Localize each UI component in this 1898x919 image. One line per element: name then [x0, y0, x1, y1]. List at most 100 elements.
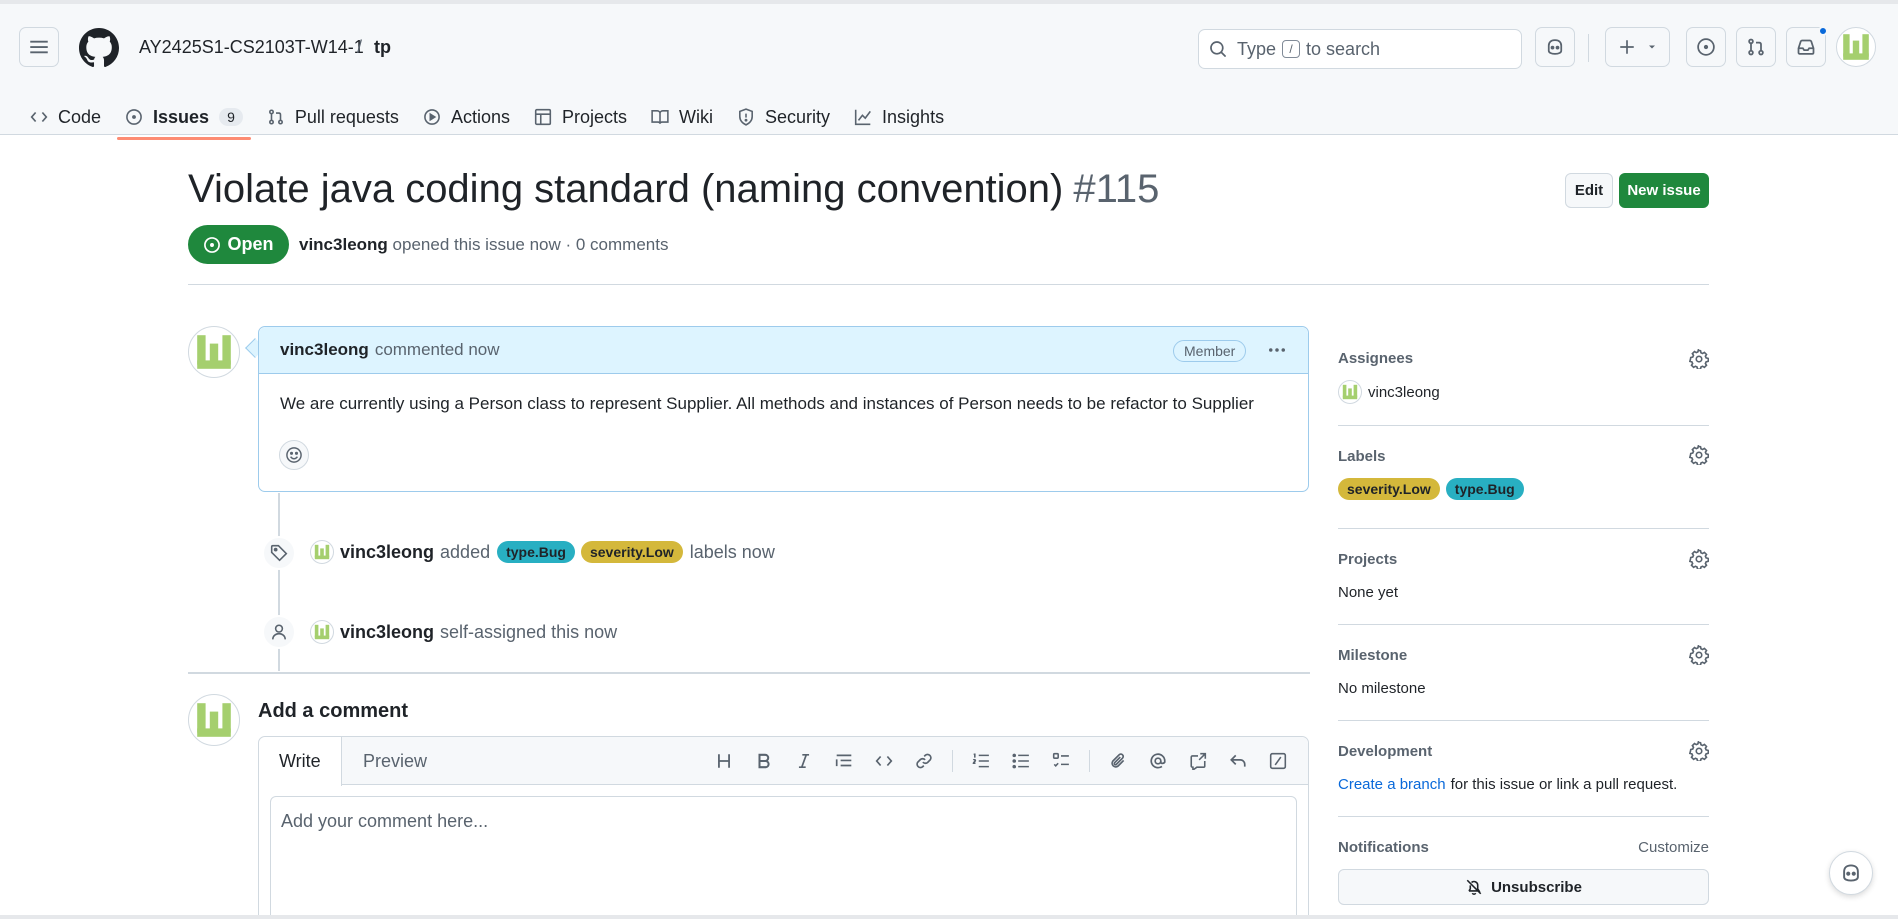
sidebar-title: Assignees [1338, 350, 1414, 367]
comment-header: vinc3leong commented now Member [259, 327, 1308, 374]
notification-dot [1818, 26, 1828, 36]
identicon-icon [1342, 384, 1358, 400]
code-icon [30, 108, 48, 126]
tasklist-icon [1052, 752, 1069, 767]
label-type-bug[interactable]: type.Bug [497, 541, 575, 563]
label-type-bug[interactable]: type.Bug [1445, 478, 1524, 500]
status-label: Open [227, 234, 274, 254]
comment-options-button[interactable] [1262, 337, 1292, 363]
issue-author-link[interactable]: vinc3leong [299, 235, 388, 254]
tab-label: Projects [561, 106, 627, 127]
unordered-list-button[interactable] [1003, 745, 1039, 777]
italic-button[interactable] [786, 745, 822, 777]
tab-code[interactable]: Code [18, 90, 113, 138]
reply-button[interactable] [1220, 745, 1256, 777]
new-issue-button[interactable]: New issue [1619, 173, 1709, 208]
member-badge: Member [1173, 340, 1247, 362]
labels-settings-button[interactable] [1689, 445, 1709, 465]
event-author-link[interactable]: vinc3leong [340, 622, 434, 643]
tab-label: Pull requests [294, 106, 399, 127]
tab-pull-requests[interactable]: Pull requests [255, 90, 411, 138]
formatting-tools [702, 737, 1296, 785]
github-logo-icon[interactable] [79, 28, 119, 68]
search-input[interactable]: Type / to search [1198, 29, 1522, 69]
development-settings-button[interactable] [1689, 741, 1709, 761]
copilot-chat-button[interactable] [1829, 851, 1873, 895]
link-icon [916, 753, 932, 769]
assignee-name: vinc3leong [1368, 383, 1440, 401]
create-branch-link[interactable]: Create a branch [1338, 776, 1446, 793]
repo-name-link[interactable]: tp [374, 37, 391, 58]
event-suffix: labels now [689, 541, 775, 562]
tab-label: Issues [153, 106, 210, 127]
customize-link[interactable]: Customize [1638, 839, 1709, 856]
table-icon [534, 108, 552, 126]
issue-comment: vinc3leong commented now Member We are c… [258, 326, 1309, 492]
current-user-avatar[interactable] [188, 694, 240, 746]
event-author-avatar[interactable] [310, 540, 334, 564]
tab-issues[interactable]: Issues 9 [113, 90, 255, 140]
comment-action: commented now [374, 340, 500, 359]
gear-icon [1689, 349, 1709, 369]
milestone-settings-button[interactable] [1689, 645, 1709, 665]
pull-requests-button[interactable] [1736, 27, 1776, 67]
comment-author-avatar[interactable] [188, 326, 240, 378]
create-new-button[interactable] [1605, 27, 1670, 67]
git-pull-request-icon [1748, 38, 1764, 56]
comment-editor: Write Preview Add your comment here... [258, 736, 1309, 919]
label-severity-low[interactable]: severity.Low [1338, 478, 1440, 500]
ordered-list-button[interactable] [963, 745, 999, 777]
heading-icon [718, 754, 730, 768]
add-reaction-button[interactable] [279, 440, 309, 470]
quote-icon [835, 754, 852, 767]
link-button[interactable] [906, 745, 942, 777]
event-text: self-assigned this now [440, 621, 618, 642]
timeline-event-labels: vinc3leong added type.Bug severity.Low l… [310, 540, 775, 564]
repo-owner-link[interactable]: AY2425S1-CS2103T-W14-1 [139, 37, 364, 58]
code-button[interactable] [866, 745, 902, 777]
cross-reference-button[interactable] [1180, 745, 1216, 777]
unsubscribe-label: Unsubscribe [1491, 878, 1582, 896]
tab-preview[interactable]: Preview [343, 737, 447, 785]
tab-write[interactable]: Write [259, 737, 342, 786]
issue-opened-icon [125, 108, 143, 126]
hamburger-menu-button[interactable] [19, 27, 59, 67]
top-header: AY2425S1-CS2103T-W14-1 / tp Type / to se… [0, 0, 1898, 140]
task-list-button[interactable] [1043, 745, 1079, 777]
sidebar-notifications: Notifications Customize Unsubscribe [1338, 817, 1709, 917]
projects-value: None yet [1338, 584, 1399, 601]
comment-textarea[interactable]: Add your comment here... [270, 796, 1297, 919]
tab-label: Actions [450, 106, 510, 127]
attach-file-button[interactable] [1100, 745, 1136, 777]
issues-button[interactable] [1686, 27, 1726, 67]
assignees-settings-button[interactable] [1689, 349, 1709, 369]
assignee-item[interactable]: vinc3leong [1338, 380, 1440, 404]
sidebar-title: Labels [1338, 448, 1386, 465]
slash-commands-button[interactable] [1260, 745, 1296, 777]
copilot-button[interactable] [1535, 27, 1575, 67]
unsubscribe-button[interactable]: Unsubscribe [1338, 869, 1709, 905]
event-author-link[interactable]: vinc3leong [340, 542, 434, 563]
user-avatar[interactable] [1836, 27, 1876, 67]
comment-body: We are currently using a Person class to… [280, 394, 1254, 413]
tab-projects[interactable]: Projects [522, 90, 639, 138]
event-author-avatar[interactable] [310, 620, 334, 644]
projects-settings-button[interactable] [1689, 549, 1709, 569]
bold-button[interactable] [746, 745, 782, 777]
inbox-icon [1797, 39, 1815, 55]
sidebar-title: Projects [1338, 551, 1398, 568]
tab-security[interactable]: Security [725, 90, 842, 138]
edit-button[interactable]: Edit [1565, 173, 1613, 208]
label-severity-low[interactable]: severity.Low [580, 541, 683, 563]
tab-insights[interactable]: Insights [842, 90, 956, 138]
tab-wiki[interactable]: Wiki [639, 90, 725, 138]
sidebar-labels: Labels severity.Low type.Bug [1338, 426, 1709, 529]
heading-button[interactable] [706, 745, 742, 777]
mention-button[interactable] [1140, 745, 1176, 777]
kebab-horizontal-icon [1269, 348, 1285, 352]
comment-author-link[interactable]: vinc3leong [280, 340, 369, 360]
event-verb: added [440, 541, 491, 562]
quote-button[interactable] [826, 745, 862, 777]
tab-actions[interactable]: Actions [411, 90, 522, 138]
bold-icon [758, 753, 770, 769]
